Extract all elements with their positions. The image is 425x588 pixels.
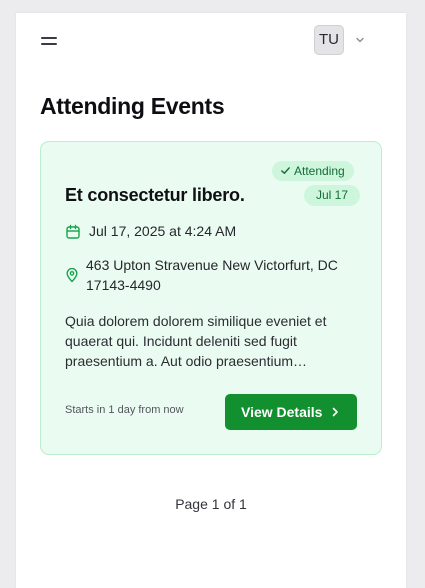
view-details-label: View Details: [241, 404, 323, 420]
event-title: Et consectetur libero.: [65, 185, 245, 205]
chevron-down-icon[interactable]: [354, 34, 366, 46]
check-icon: [281, 167, 290, 174]
starts-in-text: Starts in 1 day from now: [65, 404, 184, 416]
event-card: Attending Et consectetur libero. Jul 17 …: [40, 141, 382, 455]
avatar[interactable]: TU: [314, 25, 344, 55]
map-pin-icon: [66, 267, 78, 283]
menu-icon-line-top: [41, 37, 57, 39]
event-description: Quia dolorem dolorem similique eveniet e…: [65, 313, 327, 369]
top-bar: TU: [16, 13, 406, 69]
calendar-icon: [66, 224, 80, 239]
date-badge: Jul 17: [304, 185, 361, 206]
menu-icon-line-bottom: [41, 43, 57, 45]
pagination-text: Page 1 of 1: [175, 496, 247, 512]
chevron-right-icon: [332, 407, 338, 417]
menu-button[interactable]: [38, 31, 62, 53]
page-title: Attending Events: [40, 93, 225, 119]
event-datetime: Jul 17, 2025 at 4:24 AM: [89, 223, 237, 239]
view-details-button[interactable]: View Details: [225, 394, 357, 430]
app-frame: TU Attending Events Attending Et consect…: [16, 13, 406, 588]
status-label: Attending: [294, 164, 345, 178]
event-location: 463 Upton Stravenue New Victorfurt, DC 1…: [86, 257, 338, 293]
status-badge: Attending: [272, 161, 354, 181]
user-menu[interactable]: TU: [314, 25, 374, 57]
